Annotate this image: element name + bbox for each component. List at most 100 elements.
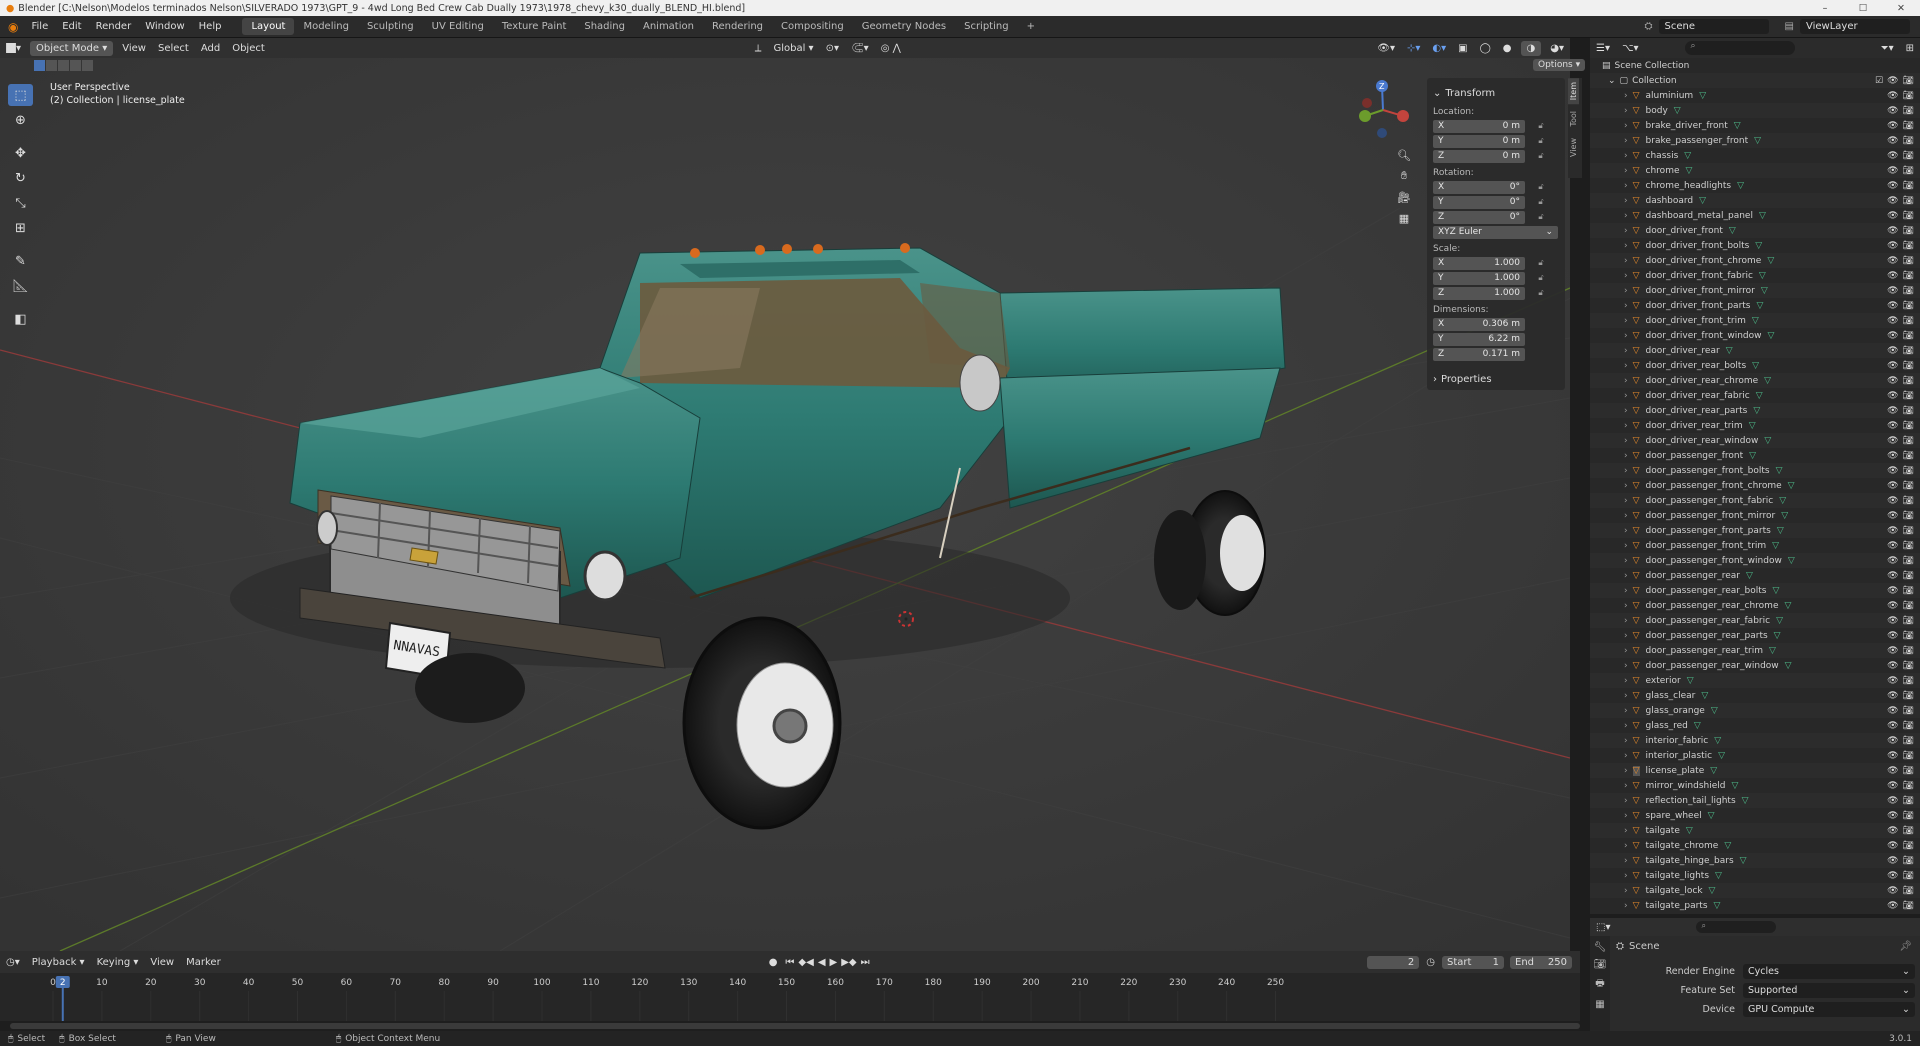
keying-menu[interactable]: Keying ▾ bbox=[91, 955, 145, 970]
render-tab-icon[interactable]: 📷︎ bbox=[1594, 959, 1607, 970]
eye-icon[interactable]: 👁︎ bbox=[1887, 826, 1898, 836]
dimensions-x-field[interactable]: X 0.306 m bbox=[1433, 317, 1565, 331]
camera-icon[interactable]: 📷︎ bbox=[1903, 121, 1914, 131]
expand-right-icon[interactable]: › bbox=[1624, 271, 1628, 281]
camera-icon[interactable]: 📷︎ bbox=[1903, 331, 1914, 341]
camera-icon[interactable]: 📷︎ bbox=[1903, 301, 1914, 311]
select-box-tool-icon[interactable]: ⬚ bbox=[8, 84, 33, 106]
eye-icon[interactable]: 👁︎ bbox=[1887, 571, 1898, 581]
extend-selection-icon[interactable] bbox=[46, 60, 57, 71]
cursor-tool-icon[interactable]: ⊕ bbox=[8, 109, 33, 131]
outliner-item[interactable]: › ▽ tailgate_lock ▽ 👁︎ 📷︎ bbox=[1590, 883, 1920, 898]
eye-icon[interactable]: 👁︎ bbox=[1887, 646, 1898, 656]
shading-material-icon[interactable]: ◑ bbox=[1520, 40, 1542, 56]
camera-icon[interactable]: 📷︎ bbox=[1903, 691, 1914, 701]
location-y-field[interactable]: Y 0 m 🔓︎ bbox=[1433, 134, 1565, 148]
record-icon[interactable]: ● bbox=[763, 955, 784, 970]
annotate-tool-icon[interactable]: ✎ bbox=[8, 250, 33, 272]
expand-right-icon[interactable]: › bbox=[1624, 481, 1628, 491]
camera-icon[interactable]: 📷︎ bbox=[1903, 346, 1914, 356]
outliner-item[interactable]: › ▽ aluminium ▽ 👁︎ 📷︎ bbox=[1590, 88, 1920, 103]
pin-icon[interactable]: 📌︎ bbox=[1899, 941, 1912, 952]
lock-icon[interactable]: 🔓︎ bbox=[1535, 288, 1547, 298]
camera-icon[interactable]: 📷︎ bbox=[1903, 526, 1914, 536]
menu-render[interactable]: Render bbox=[89, 21, 139, 32]
shading-solid-icon[interactable]: ● bbox=[1497, 41, 1518, 56]
outliner-item[interactable]: › ▽ door_passenger_rear_fabric ▽ 👁︎ 📷︎ bbox=[1590, 613, 1920, 628]
camera-icon[interactable]: 📷︎ bbox=[1903, 871, 1914, 881]
expand-right-icon[interactable]: › bbox=[1624, 301, 1628, 311]
outliner-item[interactable]: › ▽ door_driver_rear_trim ▽ 👁︎ 📷︎ bbox=[1590, 418, 1920, 433]
camera-icon[interactable]: 📷︎ bbox=[1903, 466, 1914, 476]
lock-icon[interactable]: 🔓︎ bbox=[1535, 212, 1547, 222]
camera-icon[interactable]: 📷︎ bbox=[1903, 151, 1914, 161]
outliner-item[interactable]: › ▽ door_driver_rear_chrome ▽ 👁︎ 📷︎ bbox=[1590, 373, 1920, 388]
camera-icon[interactable]: 📷︎ bbox=[1903, 631, 1914, 641]
camera-icon[interactable]: 📷︎ bbox=[1903, 91, 1914, 101]
expand-right-icon[interactable]: › bbox=[1624, 901, 1628, 911]
scale-y-field[interactable]: Y 1.000 🔓︎ bbox=[1433, 271, 1565, 285]
eye-icon[interactable]: 👁︎ bbox=[1887, 241, 1898, 251]
camera-icon[interactable]: 📷︎ bbox=[1903, 751, 1914, 761]
editor-type-icon[interactable]: ⬛︎▾ bbox=[0, 41, 27, 56]
options-dropdown[interactable]: Options ▾ bbox=[1533, 59, 1586, 71]
outliner-item[interactable]: › ▽ door_driver_front_trim ▽ 👁︎ 📷︎ bbox=[1590, 313, 1920, 328]
expand-right-icon[interactable]: › bbox=[1624, 661, 1628, 671]
menu-file[interactable]: File bbox=[24, 21, 55, 32]
visibility-icon[interactable]: 👁︎▾ bbox=[1371, 41, 1401, 56]
display-mode-icon[interactable]: ⌥▾ bbox=[1616, 41, 1645, 56]
measure-tool-icon[interactable]: 📐︎ bbox=[8, 275, 33, 297]
expand-right-icon[interactable]: › bbox=[1624, 871, 1628, 881]
camera-icon[interactable]: 📷︎ bbox=[1903, 166, 1914, 176]
subtract-selection-icon[interactable] bbox=[58, 60, 69, 71]
camera-icon[interactable]: 📷︎ bbox=[1903, 286, 1914, 296]
outliner-item[interactable]: › ▽ door_passenger_front_trim ▽ 👁︎ 📷︎ bbox=[1590, 538, 1920, 553]
camera-icon[interactable]: 📷︎ bbox=[1903, 106, 1914, 116]
outliner-item[interactable]: › ▽ glass_orange ▽ 👁︎ 📷︎ bbox=[1590, 703, 1920, 718]
expand-right-icon[interactable]: › bbox=[1624, 601, 1628, 611]
rotation-z-field[interactable]: Z 0° 🔓︎ bbox=[1433, 210, 1565, 224]
eye-icon[interactable]: 👁︎ bbox=[1887, 796, 1898, 806]
expand-right-icon[interactable]: › bbox=[1624, 676, 1628, 686]
eye-icon[interactable]: 👁︎ bbox=[1887, 76, 1898, 86]
eye-icon[interactable]: 👁︎ bbox=[1887, 601, 1898, 611]
expand-right-icon[interactable]: › bbox=[1624, 586, 1628, 596]
eye-icon[interactable]: 👁︎ bbox=[1887, 481, 1898, 491]
camera-icon[interactable]: 📷︎ bbox=[1903, 316, 1914, 326]
tab-shading[interactable]: Shading bbox=[575, 18, 634, 35]
add-menu[interactable]: Add bbox=[195, 41, 226, 56]
zoom-icon[interactable]: 🔍︎ bbox=[1395, 146, 1413, 164]
expand-right-icon[interactable]: › bbox=[1624, 91, 1628, 101]
new-collection-icon[interactable]: ⊞ bbox=[1900, 41, 1920, 56]
view-layer-tab-icon[interactable]: ▦ bbox=[1595, 999, 1604, 1010]
expand-down-icon[interactable]: ⌄ bbox=[1608, 76, 1616, 86]
outliner-item[interactable]: › ▽ license_plate ▽ 👁︎ 📷︎ bbox=[1590, 763, 1920, 778]
outliner-item[interactable]: › ▽ door_passenger_front_window ▽ 👁︎ 📷︎ bbox=[1590, 553, 1920, 568]
camera-view-icon[interactable]: 🎥︎ bbox=[1395, 188, 1413, 206]
outliner-item[interactable]: › ▽ door_passenger_rear_bolts ▽ 👁︎ 📷︎ bbox=[1590, 583, 1920, 598]
expand-right-icon[interactable]: › bbox=[1624, 151, 1628, 161]
camera-icon[interactable]: 📷︎ bbox=[1903, 361, 1914, 371]
outliner-item[interactable]: › ▽ chrome ▽ 👁︎ 📷︎ bbox=[1590, 163, 1920, 178]
eye-icon[interactable]: 👁︎ bbox=[1887, 751, 1898, 761]
eye-icon[interactable]: 👁︎ bbox=[1887, 466, 1898, 476]
new-selection-icon[interactable] bbox=[34, 60, 45, 71]
lock-icon[interactable]: 🔓︎ bbox=[1535, 136, 1547, 146]
outliner-item[interactable]: › ▽ door_passenger_rear_parts ▽ 👁︎ 📷︎ bbox=[1590, 628, 1920, 643]
camera-icon[interactable]: 📷︎ bbox=[1903, 676, 1914, 686]
tab-sculpting[interactable]: Sculpting bbox=[358, 18, 423, 35]
property-dropdown[interactable]: Cycles ⌄ bbox=[1743, 964, 1915, 979]
properties-panel-header[interactable]: › Properties bbox=[1427, 372, 1565, 386]
expand-right-icon[interactable]: › bbox=[1624, 196, 1628, 206]
view-menu[interactable]: View bbox=[116, 41, 152, 56]
dimensions-z-field[interactable]: Z 0.171 m bbox=[1433, 347, 1565, 361]
expand-right-icon[interactable]: › bbox=[1624, 256, 1628, 266]
rotation-mode-dropdown[interactable]: XYZ Euler ⌄ bbox=[1433, 225, 1565, 239]
lock-icon[interactable]: 🔓︎ bbox=[1535, 273, 1547, 283]
transform-panel-header[interactable]: ⌄ Transform bbox=[1427, 86, 1565, 100]
outliner-item[interactable]: › ▽ door_passenger_rear_window ▽ 👁︎ 📷︎ bbox=[1590, 658, 1920, 673]
expand-right-icon[interactable]: › bbox=[1624, 706, 1628, 716]
outliner-item[interactable]: › ▽ interior_fabric ▽ 👁︎ 📷︎ bbox=[1590, 733, 1920, 748]
eye-icon[interactable]: 👁︎ bbox=[1887, 361, 1898, 371]
property-dropdown[interactable]: Supported ⌄ bbox=[1743, 983, 1915, 998]
